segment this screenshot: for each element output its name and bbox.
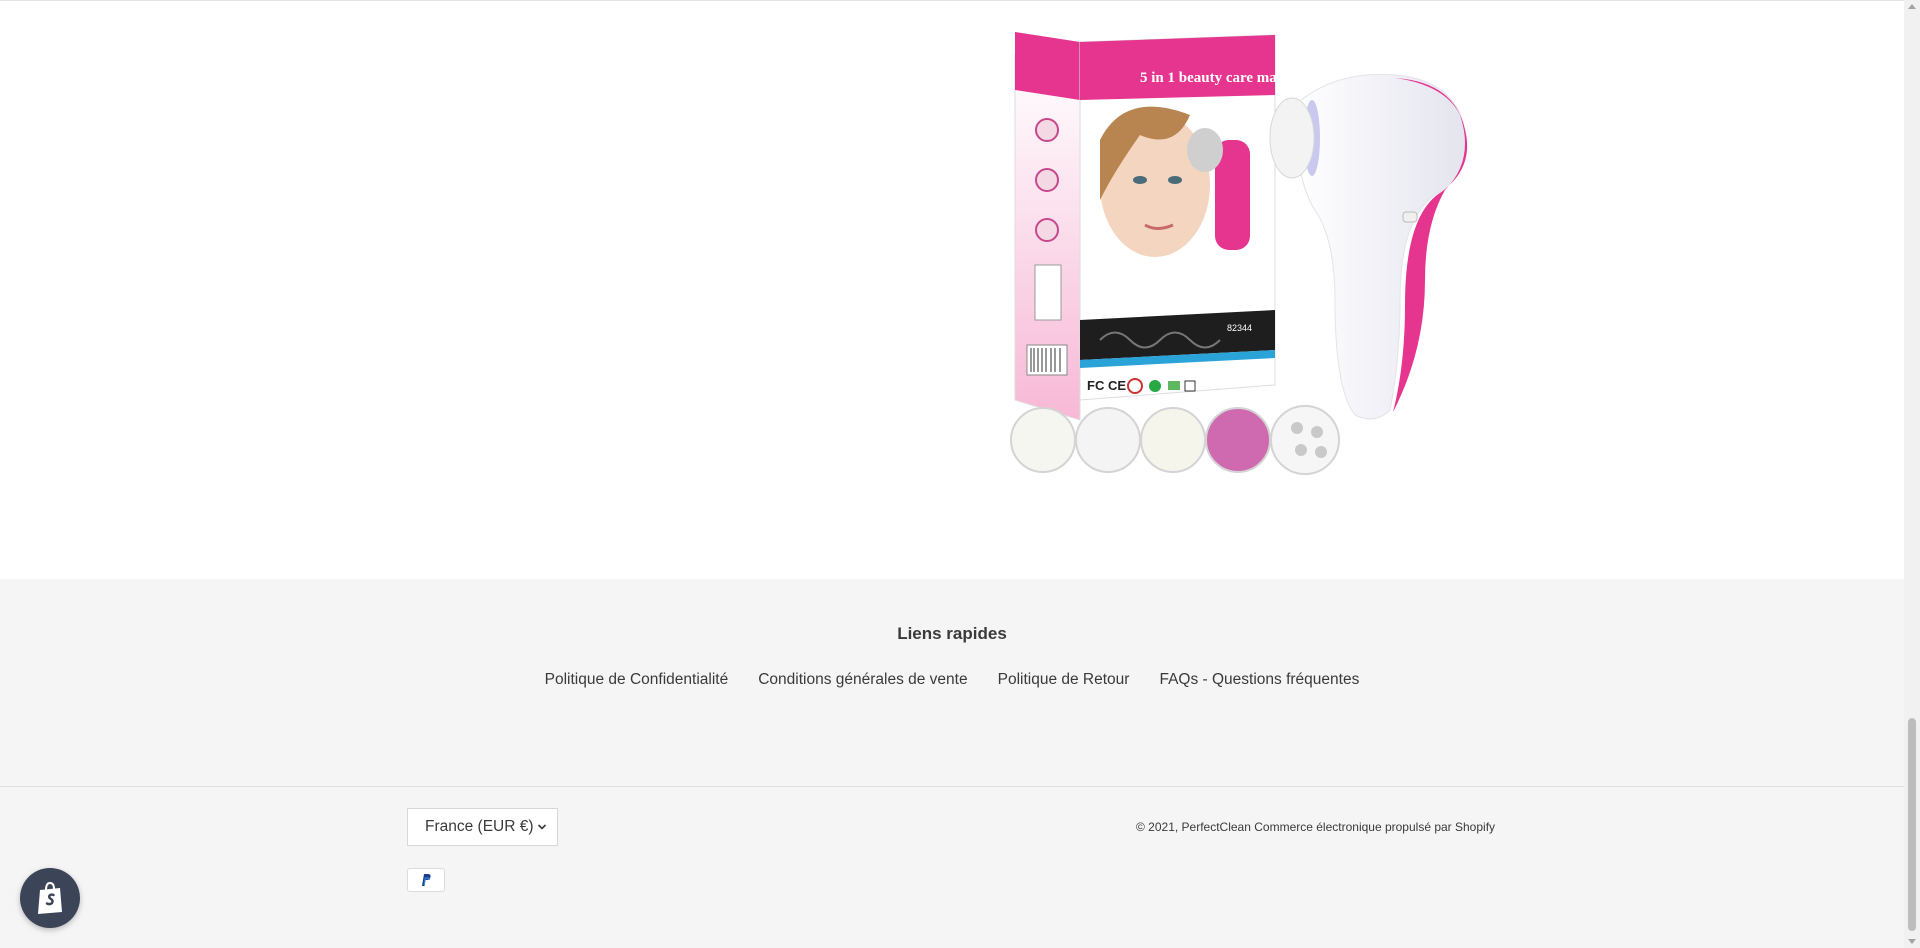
box-title-text: 5 in 1 beauty care massager bbox=[1140, 70, 1317, 86]
copyright-text: © 2021, PerfectClean Commerce électroniq… bbox=[1136, 820, 1496, 834]
site-footer: Liens rapides Politique de Confidentiali… bbox=[0, 579, 1904, 948]
paypal-logo-mark bbox=[422, 874, 431, 886]
top-divider bbox=[0, 0, 1904, 1]
quick-links: Politique de Confidentialité Conditions … bbox=[0, 671, 1904, 689]
product-image[interactable]: 5 in 1 beauty care massager 82344 FC CE bbox=[1005, 20, 1485, 490]
scroll-up-arrow-icon[interactable] bbox=[1908, 4, 1916, 9]
quick-link-item: FAQs - Questions fréquentes bbox=[1159, 671, 1359, 689]
quick-link-item: Conditions générales de vente bbox=[758, 671, 967, 689]
chevron-down-icon bbox=[537, 824, 547, 830]
quick-link-item: Politique de Retour bbox=[998, 671, 1130, 689]
page-scrollbar[interactable] bbox=[1904, 0, 1920, 948]
terms-of-sale-link[interactable]: Conditions générales de vente bbox=[758, 671, 967, 688]
quick-links-title: Liens rapides bbox=[897, 624, 1007, 643]
footer-divider bbox=[0, 786, 1904, 787]
currency-selector-label: France (EUR €) bbox=[425, 818, 534, 835]
scroll-down-arrow-icon[interactable] bbox=[1908, 939, 1916, 944]
return-policy-link[interactable]: Politique de Retour bbox=[998, 671, 1130, 688]
currency-selector[interactable]: France (EUR €) bbox=[407, 808, 558, 846]
scrollbar-thumb[interactable] bbox=[1908, 718, 1916, 931]
box-model-text: 82344 bbox=[1227, 323, 1252, 333]
quick-link-item: Politique de Confidentialité bbox=[545, 671, 729, 689]
shopify-bag-icon bbox=[38, 881, 62, 914]
shopify-shop-button[interactable] bbox=[20, 868, 80, 928]
product-illustration: 5 in 1 beauty care massager 82344 FC CE bbox=[1010, 32, 1468, 475]
faq-link[interactable]: FAQs - Questions fréquentes bbox=[1159, 671, 1359, 688]
paypal-icon bbox=[407, 868, 445, 892]
privacy-policy-link[interactable]: Politique de Confidentialité bbox=[545, 671, 729, 688]
box-marks-text: FC CE bbox=[1087, 378, 1126, 393]
